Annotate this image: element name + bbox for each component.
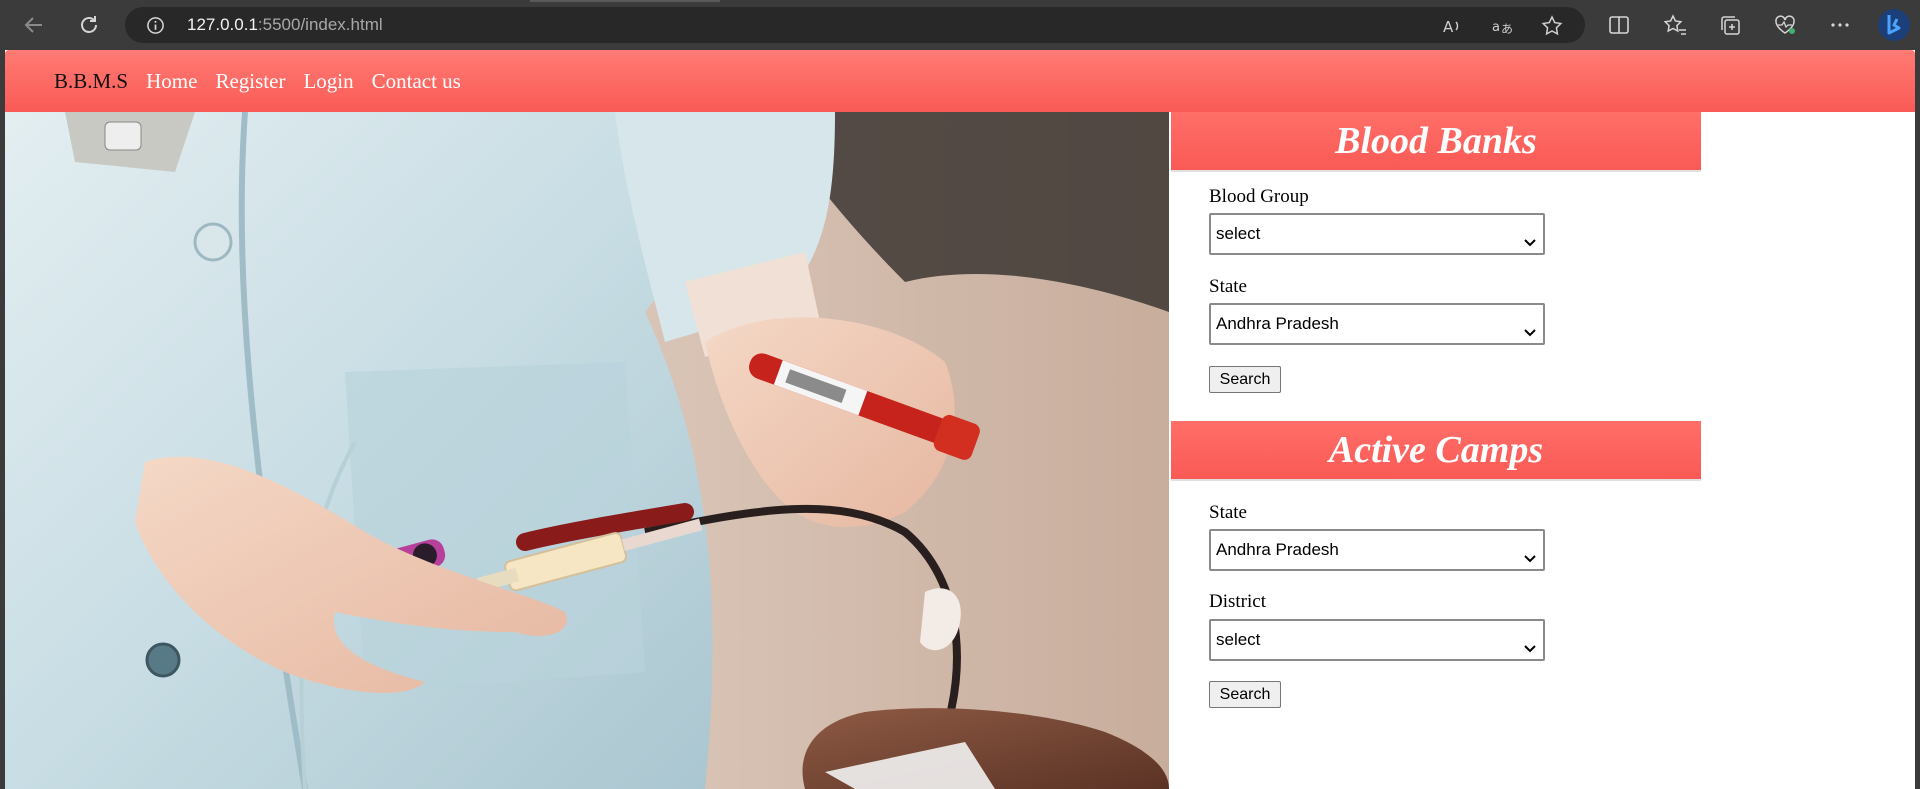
svg-text:A: A [1443,18,1454,36]
nav-link-home[interactable]: Home [146,69,197,94]
blood-banks-heading: Blood Banks [1171,112,1701,172]
brand-logo-text[interactable]: B.B.M.S [54,69,128,94]
top-navbar: B.B.M.S Home Register Login Contact us [5,50,1915,112]
hero-image [5,112,1169,789]
chevron-down-icon [1523,632,1537,670]
district-label: District [1209,591,1266,612]
translate-icon[interactable]: aあ [1491,15,1513,37]
state-label: State [1209,276,1247,297]
favorites-icon[interactable] [1660,10,1690,40]
chevron-down-icon [1523,226,1537,264]
favorite-star-icon[interactable] [1541,15,1563,37]
back-button[interactable] [16,7,52,43]
state-value: Andhra Pradesh [1216,314,1339,333]
search-panel: Blood Banks Blood Group select State And… [1171,112,1915,789]
browser-essentials-icon[interactable] [1770,10,1800,40]
site-info-icon[interactable] [146,16,165,40]
url-path: :5500/index.html [257,15,383,34]
split-screen-icon[interactable] [1604,10,1634,40]
svg-text:あ: あ [1501,22,1513,36]
url-host: 127.0.0.1 [187,15,258,34]
nav-link-login[interactable]: Login [303,69,353,94]
browser-toolbar: 127.0.0.1:5500/index.html A aあ [0,0,1920,50]
camp-state-label: State [1209,502,1247,523]
blood-group-label: Blood Group [1209,186,1309,207]
district-value: select [1216,630,1261,649]
state-select[interactable]: Andhra Pradesh [1209,303,1545,345]
camp-state-value: Andhra Pradesh [1216,540,1339,559]
camp-state-select[interactable]: Andhra Pradesh [1209,529,1545,571]
blood-banks-search-button[interactable]: Search [1209,366,1281,393]
more-options-icon[interactable] [1825,10,1855,40]
nav-link-register[interactable]: Register [215,69,285,94]
copilot-icon[interactable] [1876,7,1912,43]
blood-group-value: select [1216,224,1261,243]
active-camps-search-button[interactable]: Search [1209,681,1281,708]
chevron-down-icon [1523,316,1537,354]
district-select[interactable]: select [1209,619,1545,661]
page-viewport: B.B.M.S Home Register Login Contact us B… [5,50,1915,789]
chevron-down-icon [1523,542,1537,580]
address-bar[interactable]: 127.0.0.1:5500/index.html A aあ [125,7,1585,43]
nav-link-contact-us[interactable]: Contact us [372,69,461,94]
blood-sample-photo [5,112,1169,789]
back-arrow-icon [24,17,42,33]
svg-text:a: a [1492,20,1500,35]
active-camps-heading: Active Camps [1171,421,1701,481]
collections-icon[interactable] [1715,10,1745,40]
reload-button[interactable] [71,7,107,43]
reload-icon [81,16,97,33]
blood-group-select[interactable]: select [1209,213,1545,255]
tab-strip-edge [530,0,720,2]
url-text: 127.0.0.1:5500/index.html [187,7,383,43]
read-aloud-icon[interactable]: A [1441,15,1463,37]
